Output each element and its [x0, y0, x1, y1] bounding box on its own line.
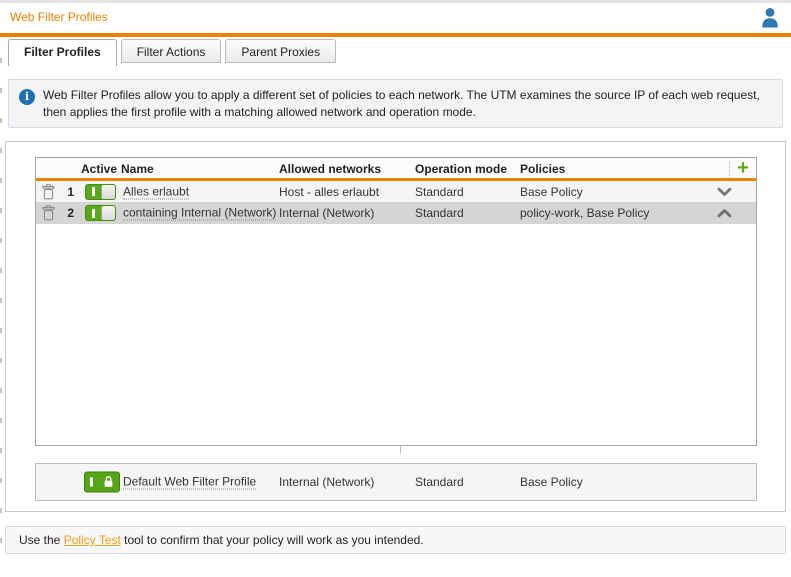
- tab-parent-proxies[interactable]: Parent Proxies: [225, 39, 337, 63]
- table-resize-handle[interactable]: [394, 446, 401, 453]
- default-policies: Base Policy: [520, 475, 583, 489]
- policies: Base Policy: [520, 184, 583, 199]
- operation-mode: Standard: [415, 184, 464, 199]
- top-strip: [0, 0, 791, 3]
- info-icon: i: [19, 89, 35, 105]
- toggle-on-bar: [90, 477, 93, 487]
- default-allowed-networks: Internal (Network): [279, 475, 375, 489]
- col-header-mode: Operation mode: [415, 162, 508, 176]
- left-edge-ticks: [0, 58, 2, 558]
- tab-filter-actions[interactable]: Filter Actions: [120, 39, 222, 63]
- lock-icon: [104, 476, 113, 487]
- web-filter-profiles-page: Web Filter Profiles Filter Profiles Filt…: [0, 0, 791, 577]
- trash-icon[interactable]: [42, 183, 55, 200]
- profiles-table: Active Name Allowed networks Operation m…: [35, 157, 757, 446]
- info-box: i Web Filter Profiles allow you to apply…: [8, 79, 783, 128]
- info-line-2: then applies the first profile with a ma…: [43, 105, 476, 119]
- info-text: Web Filter Profiles allow you to apply a…: [43, 87, 773, 121]
- page-title: Web Filter Profiles: [10, 10, 108, 24]
- col-header-name: Name: [121, 162, 154, 176]
- chevron-down-icon[interactable]: [710, 187, 738, 196]
- table-header: Active Name Allowed networks Operation m…: [36, 157, 756, 181]
- profile-name[interactable]: Alles erlaubt: [123, 184, 190, 199]
- toggle-on[interactable]: [85, 183, 116, 200]
- footer-note: Use the Policy Test tool to confirm that…: [5, 526, 786, 554]
- tab-bar: Filter Profiles Filter Actions Parent Pr…: [8, 39, 340, 66]
- profiles-panel: Active Name Allowed networks Operation m…: [5, 141, 786, 512]
- allowed-networks: Host - alles erlaubt: [279, 184, 380, 199]
- table-row[interactable]: 1 Alles erlaubt Host - alles erlaubt Sta…: [36, 181, 756, 202]
- footer-suffix: tool to confirm that your policy will wo…: [120, 533, 424, 547]
- plus-icon[interactable]: +: [734, 157, 752, 179]
- col-header-policies: Policies: [520, 162, 566, 176]
- tab-filter-profiles[interactable]: Filter Profiles: [8, 39, 117, 66]
- allowed-networks: Internal (Network): [279, 206, 375, 220]
- toggle-on[interactable]: [85, 205, 116, 221]
- default-profile-row: Default Web Filter Profile Internal (Net…: [35, 463, 757, 501]
- default-operation-mode: Standard: [415, 475, 464, 489]
- row-index: 1: [67, 184, 74, 199]
- toggle-locked: [84, 471, 120, 493]
- default-profile-name[interactable]: Default Web Filter Profile: [123, 475, 257, 490]
- info-line-1: Web Filter Profiles allow you to apply a…: [43, 88, 760, 102]
- row-index: 2: [67, 206, 74, 220]
- header-separator: [729, 161, 730, 178]
- footer-prefix: Use the: [19, 533, 64, 547]
- policy-test-link[interactable]: Policy Test: [64, 533, 121, 547]
- trash-icon[interactable]: [42, 204, 55, 221]
- chevron-up-icon[interactable]: [710, 209, 738, 218]
- title-divider: [0, 33, 791, 37]
- user-icon[interactable]: [761, 7, 779, 28]
- col-header-active: Active: [81, 162, 118, 176]
- toggle-knob: [101, 184, 115, 199]
- policies: policy-work, Base Policy: [520, 206, 650, 220]
- profile-name[interactable]: containing Internal (Network): [123, 206, 277, 221]
- table-rows: 1 Alles erlaubt Host - alles erlaubt Sta…: [36, 181, 756, 224]
- toggle-knob: [101, 206, 115, 220]
- operation-mode: Standard: [415, 206, 464, 220]
- col-header-networks: Allowed networks: [279, 162, 382, 176]
- table-row[interactable]: 2 containing Internal (Network) Internal…: [36, 202, 756, 224]
